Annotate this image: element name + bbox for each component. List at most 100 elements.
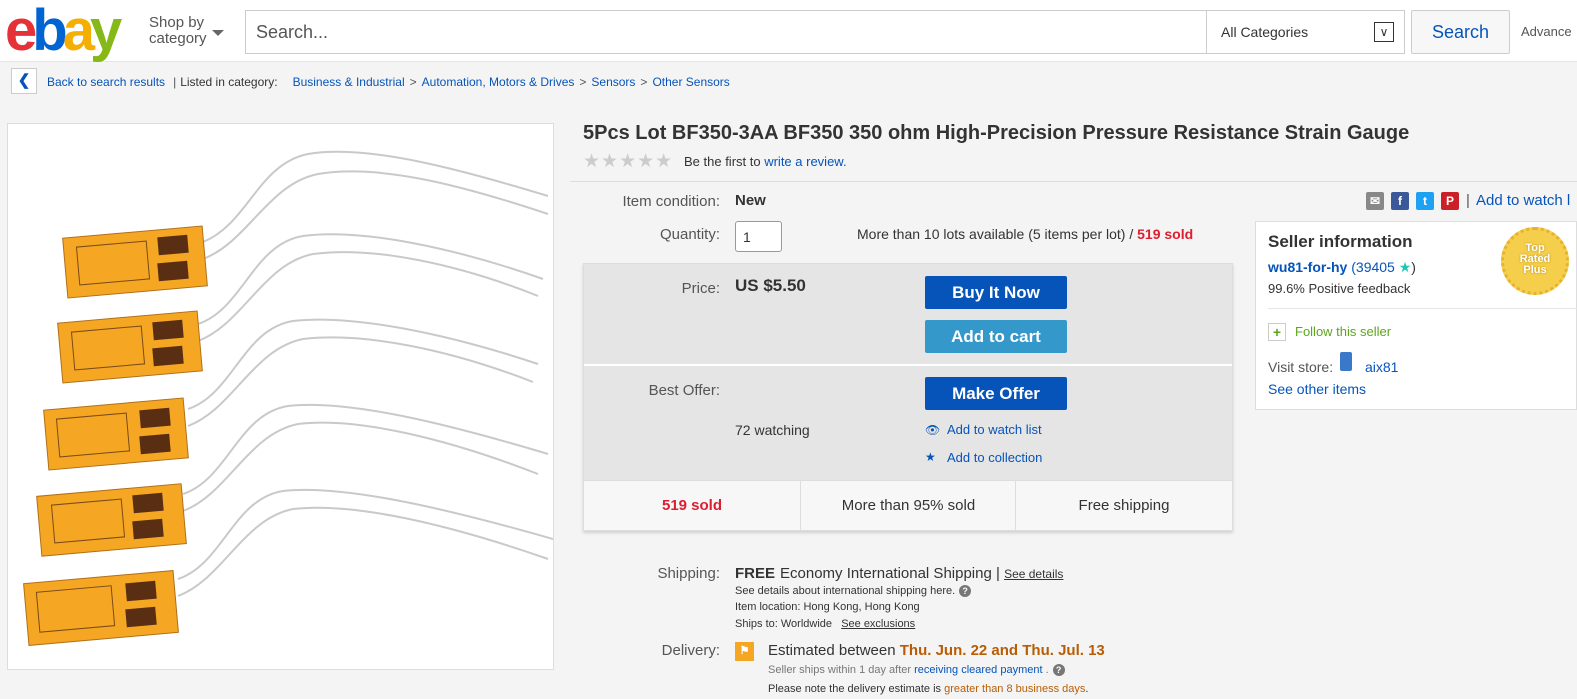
back-arrow-icon[interactable]: ❮ — [11, 68, 37, 94]
add-to-watch-list-button[interactable]: Add to watch list — [947, 422, 1042, 437]
shipping-info: FREE Economy International Shipping | See… — [735, 565, 1063, 582]
stat-sold: 519 sold — [661, 497, 723, 514]
divider — [570, 181, 1577, 182]
add-to-collection-button[interactable]: Add to collection — [947, 450, 1042, 465]
stats-row: 519 sold More than 95% sold Free shippin… — [584, 480, 1232, 531]
breadcrumb-separator: > — [640, 75, 648, 89]
delivery-note: Please note the delivery estimate is gre… — [768, 683, 1088, 695]
condition-label: Item condition: — [622, 193, 720, 210]
ships-within-note: Seller ships within 1 day after receivin… — [768, 664, 1065, 676]
follow-seller-link[interactable]: Follow this seller — [1295, 324, 1391, 339]
delivery-dates: Thu. Jun. 22 and Thu. Jul. 13 — [899, 642, 1105, 659]
flag-icon: ⚑ — [735, 642, 754, 661]
store-icon — [1340, 352, 1352, 371]
availability-value: More than 10 lots available (5 items per… — [857, 226, 1134, 242]
ships-to: Ships to: Worldwide See exclusions — [735, 618, 915, 630]
see-details-link[interactable]: See details — [1004, 567, 1063, 581]
breadcrumb-sensors[interactable]: Sensors — [591, 75, 635, 89]
seller-name-row: wu81-for-hy (39405 ★) — [1268, 259, 1416, 276]
make-offer-button[interactable]: Make Offer — [925, 377, 1067, 410]
seller-info-title: Seller information — [1268, 232, 1413, 251]
see-other-items-link[interactable]: See other items — [1268, 381, 1366, 397]
positive-feedback: 99.6% Positive feedback — [1268, 281, 1411, 296]
shop-by-line1: Shop by — [149, 14, 205, 31]
see-exclusions-link[interactable]: See exclusions — [841, 618, 915, 630]
sold-count: 519 sold — [1137, 226, 1194, 242]
help-icon[interactable]: ? — [1052, 664, 1065, 676]
seller-score-close: ) — [1411, 259, 1416, 275]
review-prefix: Be the first to — [684, 154, 761, 169]
breadcrumb-pipe: | — [173, 75, 177, 89]
watching-count: 72 watching — [735, 422, 810, 438]
star-icon: ★ — [925, 450, 936, 464]
top-rated-plus-badge-icon: Top Rated Plus — [1501, 227, 1569, 295]
breadcrumb-separator: > — [579, 75, 587, 89]
category-select[interactable]: All Categories ∨ — [1206, 11, 1404, 53]
store-link[interactable]: aix81 — [1365, 359, 1398, 375]
pinterest-icon[interactable]: P — [1441, 192, 1459, 210]
delivery-note-prefix: Please note the delivery estimate is — [768, 683, 942, 695]
stat-free-shipping: Free shipping — [1078, 497, 1170, 514]
shop-by-category-button[interactable]: Shop by category — [149, 15, 207, 47]
delivery-note-suffix: . — [1085, 683, 1089, 695]
intl-shipping-note: See details about international shipping… — [735, 585, 972, 597]
seller-name-link[interactable]: wu81-for-hy — [1268, 259, 1347, 275]
product-title: 5Pcs Lot BF350-3AA BF350 350 ohm High-Pr… — [583, 122, 1410, 144]
cleared-payment-link[interactable]: receiving cleared payment — [914, 664, 1042, 676]
breadcrumb-separator: > — [409, 75, 417, 89]
badge-line: Plus — [1523, 264, 1547, 276]
quantity-input[interactable] — [735, 221, 782, 252]
buy-it-now-button[interactable]: Buy It Now — [925, 276, 1067, 309]
ebay-logo[interactable]: ebay — [5, 2, 122, 60]
delivery-label: Delivery: — [661, 642, 720, 659]
item-location: Item location: Hong Kong, Hong Kong — [735, 601, 920, 613]
breadcrumb-other-sensors[interactable]: Other Sensors — [652, 75, 729, 89]
divider — [584, 364, 1232, 366]
condition-value: New — [735, 192, 766, 209]
delivery-prefix: Estimated between — [768, 642, 896, 659]
category-select-value: All Categories — [1221, 24, 1309, 40]
breadcrumb-automation[interactable]: Automation, Motors & Drives — [422, 75, 575, 89]
review-prompt: Be the first to write a review. — [684, 154, 847, 169]
ships-within-dot: . — [1045, 664, 1049, 676]
breadcrumb-business-industrial[interactable]: Business & Industrial — [293, 75, 405, 89]
stat-percent-sold: More than 95% sold — [841, 497, 976, 514]
search-input[interactable] — [246, 11, 1206, 53]
listed-in-label: Listed in category: — [180, 75, 278, 89]
price-label: Price: — [681, 280, 720, 297]
badge-text: Top Rated Plus — [1504, 243, 1566, 276]
help-icon[interactable]: ? — [959, 585, 972, 597]
caret-down-icon[interactable] — [212, 30, 224, 36]
quantity-label: Quantity: — [659, 226, 720, 243]
seller-score-link[interactable]: 39405 — [1356, 259, 1395, 275]
product-image[interactable] — [7, 123, 554, 670]
add-to-cart-button[interactable]: Add to cart — [925, 320, 1067, 353]
back-to-search-link[interactable]: Back to search results — [47, 75, 165, 89]
delivery-estimate: Estimated between Thu. Jun. 22 and Thu. … — [768, 642, 1105, 659]
search-bar: All Categories ∨ — [245, 10, 1405, 54]
shipping-label: Shipping: — [657, 565, 720, 582]
delivery-note-highlight: greater than 8 business days — [944, 683, 1086, 695]
chevron-down-icon[interactable]: ∨ — [1374, 22, 1394, 42]
eye-icon: 👁 — [925, 423, 941, 437]
feedback-star-icon: ★ — [1398, 259, 1412, 275]
buy-box: Price: US $5.50 Buy It Now Add to cart B… — [583, 263, 1233, 531]
breadcrumb: Back to search results | Listed in categor… — [47, 75, 730, 89]
plus-icon[interactable]: + — [1268, 323, 1286, 341]
availability-text: More than 10 lots available (5 items per… — [857, 226, 1193, 242]
search-button[interactable]: Search — [1411, 10, 1510, 54]
write-review-link[interactable]: write a review. — [764, 154, 846, 169]
shop-by-line2: category — [149, 30, 207, 47]
rating-stars: ★★★★★ — [583, 151, 674, 172]
intl-shipping-text: See details about international shipping… — [735, 585, 956, 597]
shipping-free: FREE — [735, 565, 776, 582]
ships-to-text: Ships to: Worldwide — [735, 618, 833, 630]
best-offer-label: Best Offer: — [648, 382, 720, 399]
twitter-icon[interactable]: t — [1416, 192, 1434, 210]
strain-gauge-illustration — [23, 150, 554, 646]
price-value: US $5.50 — [735, 276, 806, 295]
advanced-search-link[interactable]: Advance — [1521, 24, 1572, 39]
email-icon[interactable]: ✉ — [1366, 192, 1384, 210]
add-to-watch-list-link[interactable]: Add to watch l — [1476, 192, 1570, 209]
facebook-icon[interactable]: f — [1391, 192, 1409, 210]
